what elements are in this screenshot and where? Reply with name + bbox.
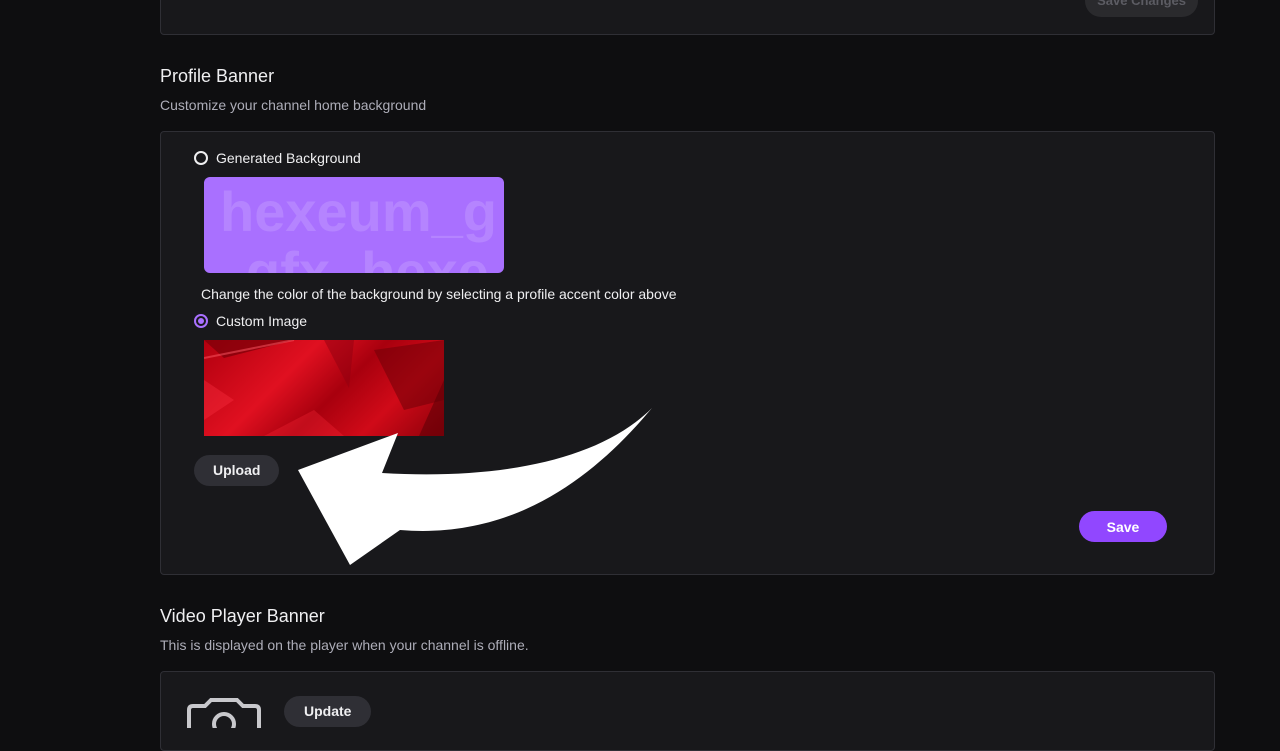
custom-image-label: Custom Image (216, 313, 308, 329)
radio-unchecked-icon[interactable] (194, 151, 208, 165)
video-player-banner-subtitle: This is displayed on the player when you… (160, 637, 529, 653)
previous-section-card: Save Changes (160, 0, 1215, 35)
camera-icon (187, 698, 261, 728)
generated-background-hint: Change the color of the background by se… (201, 286, 677, 302)
generated-preview-text-2: gfx_hexe (246, 240, 489, 273)
generated-preview-text-1: hexeum_g (220, 180, 497, 243)
video-player-banner-title: Video Player Banner (160, 606, 325, 626)
profile-banner-title: Profile Banner (160, 66, 275, 86)
custom-banner-image (204, 340, 444, 436)
upload-button[interactable]: Upload (194, 455, 280, 486)
profile-banner-subtitle: Customize your channel home background (160, 97, 427, 113)
update-button[interactable]: Update (284, 696, 372, 727)
save-button[interactable]: Save (1079, 511, 1167, 542)
profile-banner-card: Generated Background hexeum_g gfx_hexe C… (160, 131, 1215, 575)
banner-pattern (204, 340, 444, 436)
generated-background-preview: hexeum_g gfx_hexe (204, 177, 504, 273)
video-player-banner-card: Update (160, 671, 1215, 751)
save-changes-button[interactable]: Save Changes (1085, 0, 1198, 17)
generated-background-option[interactable]: Generated Background (194, 150, 361, 166)
generated-background-label: Generated Background (216, 150, 361, 166)
custom-image-option[interactable]: Custom Image (194, 313, 307, 329)
radio-checked-icon[interactable] (194, 314, 208, 328)
